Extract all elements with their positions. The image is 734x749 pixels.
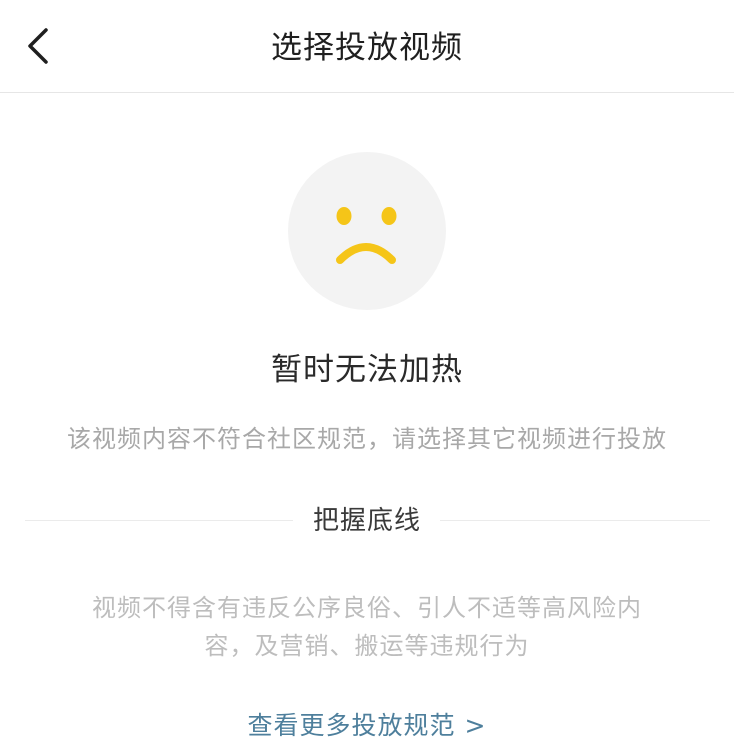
guideline-rule-line-2: 容，及营销、搬运等违规行为 — [204, 632, 530, 660]
guideline-rule-line-1: 视频不得含有违反公序良俗、引人不适等高风险内 — [92, 594, 642, 622]
nav-bar: 选择投放视频 — [0, 0, 734, 93]
page: 选择投放视频 暂时无法加热 该视频内容不符合社区规范，请选择其它视频进行投放 把… — [0, 0, 734, 749]
page-title: 选择投放视频 — [271, 30, 463, 66]
divider-right — [440, 520, 710, 521]
guideline-section-title: 把握底线 — [312, 506, 421, 536]
status-description: 该视频内容不符合社区规范，请选择其它视频进行投放 — [67, 425, 667, 453]
guideline-rule-text: 视频不得含有违反公序良俗、引人不适等高风险内 容，及营销、搬运等违规行为 — [70, 589, 664, 665]
status-title: 暂时无法加热 — [271, 352, 463, 388]
sad-face-icon — [288, 152, 446, 310]
view-more-rules-link[interactable]: 查看更多投放规范 > — [0, 708, 734, 744]
